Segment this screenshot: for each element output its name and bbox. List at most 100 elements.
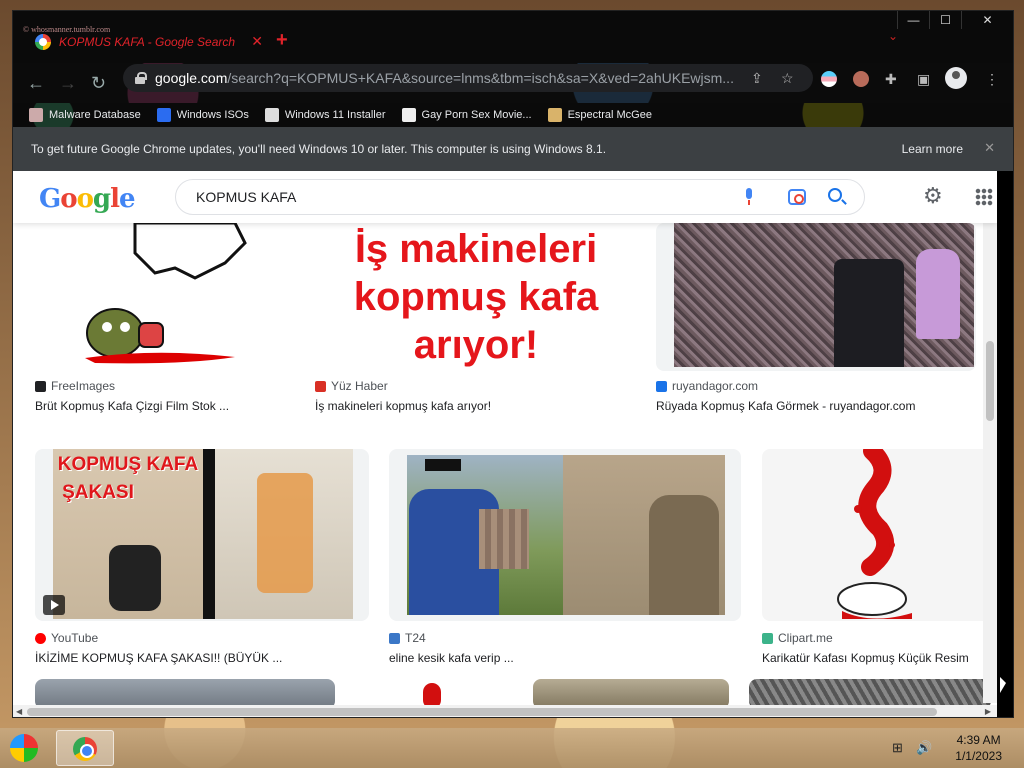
extensions-puzzle-icon[interactable]: ✚: [885, 71, 897, 88]
cartoon-head-image: [85, 223, 247, 364]
lock-icon[interactable]: [135, 72, 147, 84]
google-images-page: Google KOPMUS KAFA ⚙ FreeImages Brüt Kop…: [13, 171, 997, 717]
extension-flag-icon[interactable]: [821, 71, 837, 87]
search-query-text[interactable]: KOPMUS KAFA: [196, 189, 296, 205]
bookmark-globe-icon: [401, 108, 416, 122]
clock-date: 1/1/2023: [955, 749, 1002, 763]
youtube-icon: [35, 632, 46, 644]
extension-avatar-icon[interactable]: [853, 71, 869, 87]
side-panel-icon[interactable]: ▣: [917, 71, 930, 88]
back-arrow-icon[interactable]: ←: [27, 73, 45, 94]
network-icon[interactable]: ⊞: [892, 740, 903, 756]
bookmarks-bar: Malware Database Windows ISOs Windows 11…: [13, 103, 1013, 127]
result-caption[interactable]: İş makineleri kopmuş kafa arıyor!: [315, 399, 491, 413]
person-figure: [834, 259, 904, 367]
browser-toolbar: ← → ↻ google.com/search?q=KOPMUS+KAFA&so…: [13, 63, 1013, 103]
vertical-scrollbar[interactable]: [983, 223, 997, 703]
result-caption[interactable]: Rüyada Kopmuş Kafa Görmek - ruyandagor.c…: [656, 399, 915, 413]
close-window-button[interactable]: ✕: [961, 11, 1013, 29]
chrome-window: © whosmanner.tumblr.com KOPMUS KAFA - Go…: [12, 10, 1014, 718]
result-caption[interactable]: Karikatür Kafası Kopmuş Küçük Resim: [762, 651, 969, 665]
search-input[interactable]: KOPMUS KAFA: [175, 179, 865, 215]
result-source[interactable]: Yüz Haber: [315, 379, 388, 393]
result-caption[interactable]: Brüt Kopmuş Kafa Çizgi Film Stok ...: [35, 399, 229, 413]
scroll-left-arrow-icon[interactable]: ◀: [16, 707, 22, 716]
censor-bar: [425, 459, 461, 471]
address-bar[interactable]: google.com/search?q=KOPMUS+KAFA&source=l…: [123, 64, 813, 92]
google-header: Google KOPMUS KAFA ⚙: [13, 171, 997, 223]
maximize-button[interactable]: ☐: [929, 11, 961, 29]
bookmark-malware-database[interactable]: Malware Database: [29, 108, 141, 122]
result-caption[interactable]: eline kesik kafa verip ...: [389, 651, 514, 665]
result-thumbnail[interactable]: [656, 223, 976, 371]
bookmark-windows-11-installer[interactable]: Windows 11 Installer: [264, 108, 386, 122]
minimize-button[interactable]: —: [897, 11, 929, 29]
volume-icon[interactable]: 🔊: [916, 740, 932, 756]
video-title-line2: ŞAKASI: [62, 482, 134, 503]
result-thumbnail[interactable]: [389, 449, 741, 621]
result-source[interactable]: T24: [389, 631, 426, 645]
settings-gear-icon[interactable]: ⚙: [923, 185, 943, 207]
new-tab-button[interactable]: +: [276, 30, 288, 50]
title-bar: © whosmanner.tumblr.com KOPMUS KAFA - Go…: [13, 11, 1013, 63]
result-thumbnail[interactable]: [762, 449, 990, 621]
profile-avatar-icon[interactable]: [945, 67, 967, 89]
freeimages-icon: [35, 380, 46, 392]
result-source[interactable]: ruyandagor.com: [656, 379, 758, 393]
google-lens-icon[interactable]: [788, 189, 806, 205]
horizontal-scroll-thumb[interactable]: [27, 708, 937, 716]
tab-search-icon[interactable]: ⌄: [888, 29, 898, 43]
google-doodle-logo[interactable]: Google: [39, 184, 136, 214]
cartoon-severed-head-image: [837, 449, 912, 619]
bookmark-page-icon: [264, 108, 279, 122]
yuz-haber-icon: [315, 380, 326, 392]
result-caption[interactable]: İKİZİME KOPMUŞ KAFA ŞAKASI!! (BÜYÜK ...: [35, 651, 282, 665]
bookmark-figure-icon: [29, 108, 43, 122]
bookmark-star-icon[interactable]: ☆: [781, 70, 794, 87]
image-results-grid: FreeImages Brüt Kopmuş Kafa Çizgi Film S…: [13, 223, 997, 717]
taskbar-chrome-button[interactable]: [56, 730, 114, 766]
horizontal-scrollbar[interactable]: ◀ ▶: [13, 705, 997, 717]
image-headline-line2: kopmuş kafa: [353, 275, 599, 319]
scroll-right-arrow-icon[interactable]: ▶: [985, 707, 991, 716]
bookmark-x-icon: [156, 108, 171, 122]
share-icon[interactable]: ⇪: [751, 70, 763, 87]
google-apps-grid-icon[interactable]: [975, 188, 993, 206]
result-thumbnail[interactable]: İş makineleri kopmuş kafa arıyor!: [315, 223, 637, 371]
result-source[interactable]: FreeImages: [35, 379, 115, 393]
forward-arrow-icon[interactable]: →: [59, 73, 77, 94]
person-figure: [649, 495, 719, 615]
learn-more-link[interactable]: Learn more: [902, 142, 963, 156]
infobar-message: To get future Google Chrome updates, you…: [31, 142, 607, 156]
url-text[interactable]: google.com/search?q=KOPMUS+KAFA&source=l…: [155, 70, 735, 86]
menu-kebab-icon[interactable]: ⋮: [985, 71, 999, 88]
image-headline-line3: arıyor!: [413, 323, 539, 367]
system-clock[interactable]: 4:39 AM 1/1/2023: [955, 732, 1002, 764]
vertical-scroll-thumb[interactable]: [986, 341, 994, 421]
search-icon[interactable]: [828, 188, 842, 202]
tab-close-icon[interactable]: ✕: [251, 33, 263, 50]
microphone-icon[interactable]: [744, 188, 754, 206]
person-figure: [916, 249, 960, 339]
video-divider: [203, 449, 215, 619]
play-video-icon[interactable]: [43, 595, 65, 615]
infobar-close-icon[interactable]: ✕: [984, 140, 995, 156]
bookmark-windows-isos[interactable]: Windows ISOs: [156, 108, 249, 122]
tab-google-search[interactable]: KOPMUS KAFA - Google Search ✕: [27, 30, 263, 54]
clipart-me-icon: [762, 632, 773, 644]
reload-icon[interactable]: ↻: [91, 73, 106, 94]
t24-icon: [389, 632, 400, 644]
person-figure: [109, 545, 161, 611]
start-button[interactable]: [6, 731, 44, 765]
update-infobar: To get future Google Chrome updates, you…: [13, 127, 1013, 171]
bookmark-movie-site[interactable]: Gay Porn Sex Movie...: [401, 108, 532, 122]
result-source[interactable]: Clipart.me: [762, 631, 833, 645]
taskbar: ⊞ 🔊 4:39 AM 1/1/2023: [0, 728, 1024, 768]
result-thumbnail[interactable]: [35, 223, 295, 371]
ruyandagor-icon: [656, 380, 667, 392]
result-thumbnail[interactable]: KOPMUŞ KAFA ŞAKASI: [35, 449, 369, 621]
bookmark-espectral-mcgee[interactable]: Espectral McGee: [547, 108, 652, 122]
bookmark-leaf-icon: [547, 108, 562, 122]
result-source[interactable]: YouTube: [35, 631, 98, 645]
tab-title: KOPMUS KAFA - Google Search: [59, 35, 236, 49]
